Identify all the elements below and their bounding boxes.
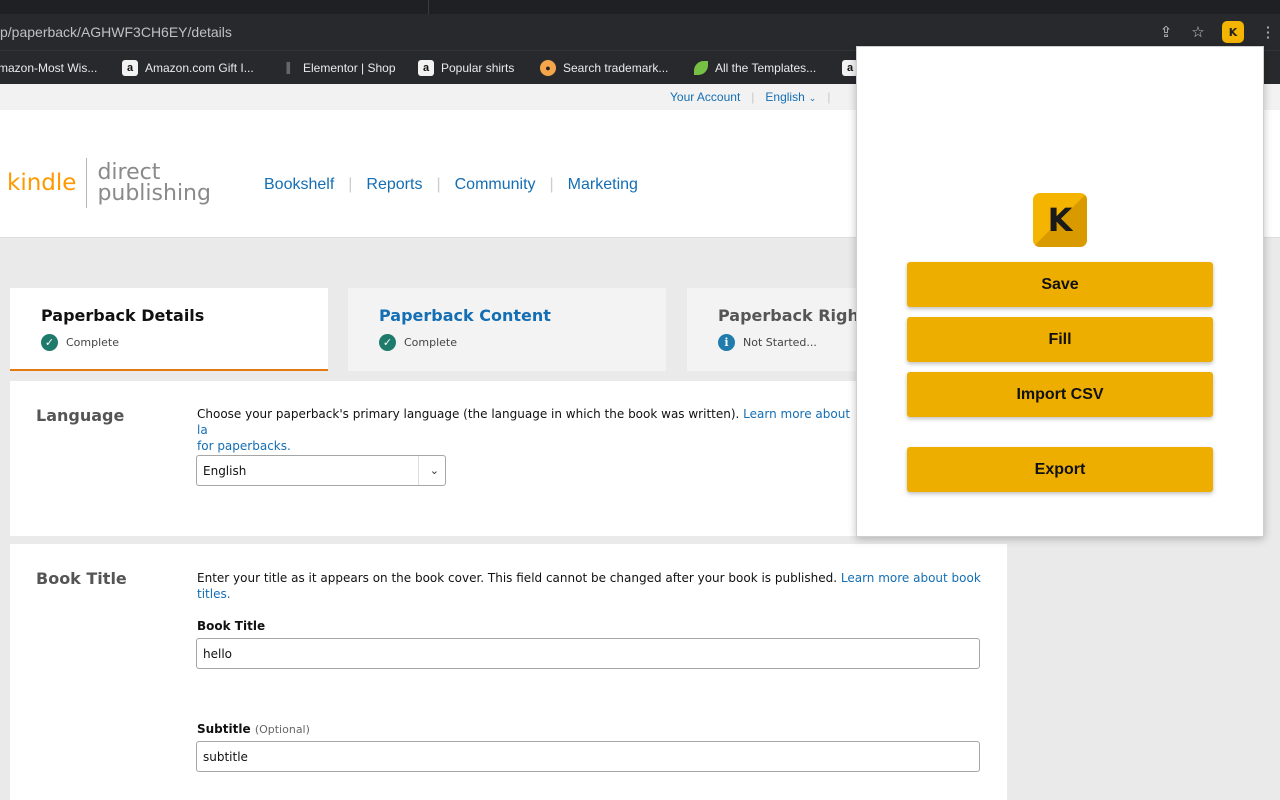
tab-status: i Not Started... xyxy=(718,334,857,351)
book-title-input[interactable]: hello xyxy=(196,638,980,669)
extension-icon[interactable]: K xyxy=(1222,21,1244,43)
tab-status: ✓ Complete xyxy=(379,334,666,351)
status-text: Complete xyxy=(66,336,120,349)
leaf-icon xyxy=(694,61,708,75)
bookmark-item[interactable]: ▌ Elementor | Shop xyxy=(284,51,396,85)
check-circle-icon: ✓ xyxy=(379,334,396,351)
logo-publishing: publishing xyxy=(97,181,211,206)
tab-title: Paperback Details xyxy=(41,306,205,325)
your-account-link[interactable]: Your Account xyxy=(670,90,740,104)
divider: | xyxy=(549,176,554,193)
browser-tab-strip xyxy=(0,0,1280,14)
bookmark-item[interactable]: a Amazon.com Gift I... xyxy=(122,51,254,85)
divider: | xyxy=(348,176,353,193)
divider: | xyxy=(827,90,831,104)
status-text: Complete xyxy=(404,336,458,349)
language-select-value: English xyxy=(203,463,247,478)
amazon-icon: a xyxy=(122,60,138,76)
k-logo-icon: K xyxy=(1047,201,1073,239)
extension-popup: K Save Fill Import CSV Export xyxy=(856,46,1264,537)
bookmark-item[interactable]: ● Search trademark... xyxy=(540,51,668,85)
kdp-logo[interactable]: kindle direct publishing xyxy=(7,158,211,208)
learn-more-language-link-cont[interactable]: for paperbacks. xyxy=(197,439,291,453)
save-button[interactable]: Save xyxy=(907,262,1213,307)
tab-divider xyxy=(428,0,429,14)
optional-tag: (Optional) xyxy=(254,723,310,736)
amazon-icon: a xyxy=(418,60,434,76)
bookmark-label: Search trademark... xyxy=(563,61,669,75)
bookmark-label: Elementor | Shop xyxy=(303,61,396,75)
info-icon: i xyxy=(718,334,735,351)
divider: | xyxy=(436,176,441,193)
subtitle-label: Subtitle (Optional) xyxy=(197,722,310,736)
book-title-section: Book Title Enter your title as it appear… xyxy=(10,544,1007,800)
browser-toolbar-icons: ⇪ ☆ K ⋮ xyxy=(1158,14,1280,50)
puzzle-icon[interactable]: ⋮ xyxy=(1260,23,1276,41)
logo-kindle: kindle xyxy=(7,170,77,196)
bookmark-item[interactable]: mazon-Most Wis... xyxy=(0,51,97,85)
select-divider xyxy=(418,456,419,485)
tab-title: Paperback Content xyxy=(379,306,551,325)
chevron-down-icon: ⌄ xyxy=(429,464,439,477)
book-title-description: Enter your title as it appears on the bo… xyxy=(197,570,992,602)
book-title-heading: Book Title xyxy=(36,569,127,588)
tab-title: Paperback Right xyxy=(718,306,867,325)
logo-direct-publishing: direct publishing xyxy=(97,162,211,206)
language-select[interactable]: English ⌄ xyxy=(196,455,446,486)
subtitle-label-text: Subtitle xyxy=(197,722,251,736)
nav-bookshelf[interactable]: Bookshelf xyxy=(264,176,334,194)
share-icon[interactable]: ⇪ xyxy=(1158,23,1174,41)
language-label: English xyxy=(765,90,805,104)
address-bar[interactable]: p/paperback/AGHWF3CH6EY/details ⇪ ☆ K ⋮ xyxy=(0,14,1280,50)
utility-links: Your Account | English ⌄ | xyxy=(670,84,841,110)
divider: | xyxy=(751,90,755,104)
check-circle-icon: ✓ xyxy=(41,334,58,351)
language-section: Language Choose your paperback's primary… xyxy=(10,381,858,536)
language-heading: Language xyxy=(36,406,125,425)
bookmark-item[interactable]: All the Templates... xyxy=(694,51,816,85)
bookmark-label: mazon-Most Wis... xyxy=(0,61,98,75)
export-button[interactable]: Export xyxy=(907,447,1213,492)
nav-marketing[interactable]: Marketing xyxy=(568,176,638,194)
language-description: Choose your paperback's primary language… xyxy=(197,406,857,454)
elementor-icon: ▌ xyxy=(286,62,294,74)
main-nav: Bookshelf | Reports | Community | Market… xyxy=(264,176,638,194)
subtitle-input[interactable]: subtitle xyxy=(196,741,980,772)
bookmark-item[interactable]: a Popular shirts xyxy=(418,51,514,85)
bookmark-star-icon[interactable]: ☆ xyxy=(1190,23,1206,41)
import-csv-button[interactable]: Import CSV xyxy=(907,372,1213,417)
language-desc-text: Choose your paperback's primary language… xyxy=(197,407,744,421)
nav-community[interactable]: Community xyxy=(455,176,536,194)
book-title-desc-text: Enter your title as it appears on the bo… xyxy=(197,571,841,585)
tab-paperback-details[interactable]: Paperback Details ✓ Complete xyxy=(10,288,328,371)
extension-logo: K xyxy=(1033,193,1087,247)
bookmark-label: All the Templates... xyxy=(715,61,817,75)
url-text[interactable]: p/paperback/AGHWF3CH6EY/details xyxy=(0,14,232,50)
fill-button[interactable]: Fill xyxy=(907,317,1213,362)
tab-paperback-content[interactable]: Paperback Content ✓ Complete xyxy=(348,288,666,371)
language-dropdown[interactable]: English ⌄ xyxy=(765,90,816,104)
pin-icon: ● xyxy=(540,60,556,76)
book-title-label: Book Title xyxy=(197,619,266,633)
chevron-down-icon: ⌄ xyxy=(808,93,817,103)
bookmark-label: Popular shirts xyxy=(441,61,515,75)
logo-divider xyxy=(86,158,88,208)
extension-glyph: K xyxy=(1228,25,1238,39)
status-text: Not Started... xyxy=(743,336,817,349)
nav-reports[interactable]: Reports xyxy=(366,176,422,194)
bookmark-label: Amazon.com Gift I... xyxy=(145,61,254,75)
tab-paperback-rights[interactable]: Paperback Right i Not Started... xyxy=(687,288,867,371)
tab-status: ✓ Complete xyxy=(41,334,328,351)
